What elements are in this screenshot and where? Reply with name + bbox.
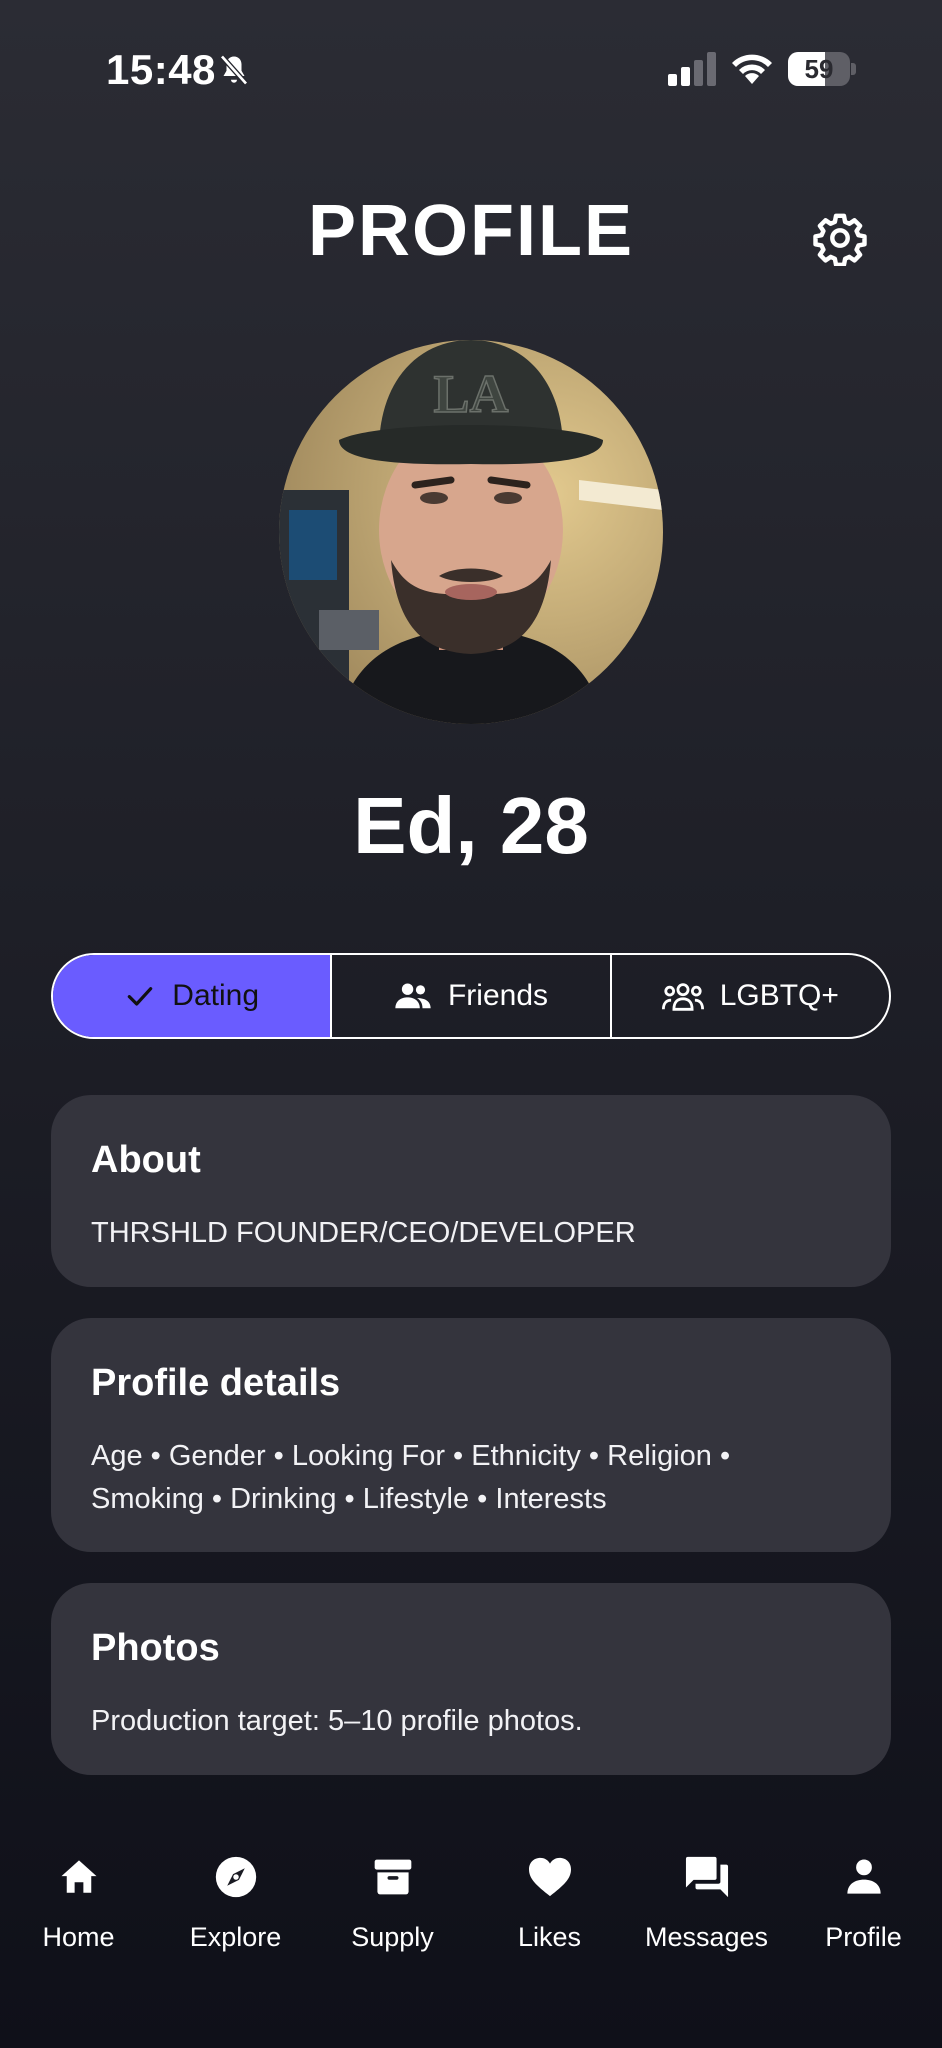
profile-name-age: Ed, 28 <box>353 781 589 870</box>
people-icon <box>395 983 431 1009</box>
nav-item-profile[interactable]: Profile <box>785 1852 942 2048</box>
tab-label: LGBTQ+ <box>719 979 839 1012</box>
mode-tabs: Dating Friends LGBTQ+ <box>51 953 891 1039</box>
person-icon <box>846 1859 881 1894</box>
battery-level: 59 <box>804 54 834 84</box>
about-card[interactable]: About THRSHLD FOUNDER/CEO/DEVELOPER <box>51 1095 891 1287</box>
nav-item-explore[interactable]: Explore <box>157 1852 314 2048</box>
gear-icon[interactable] <box>812 210 868 266</box>
tab-lgbtq[interactable]: LGBTQ+ <box>609 955 889 1037</box>
nav-item-messages[interactable]: Messages <box>628 1852 785 2048</box>
cellular-signal-icon <box>668 52 716 86</box>
status-bar: 15:48 59 <box>0 0 942 140</box>
svg-text:LA: LA <box>433 364 508 424</box>
nav-label: Supply <box>351 1922 434 1952</box>
wifi-icon <box>732 54 772 84</box>
status-time: 15:48 <box>106 46 216 93</box>
photos-text: Production target: 5–10 profile photos. <box>91 1705 583 1737</box>
heart-icon <box>528 1857 571 1897</box>
page-title: PROFILE <box>307 191 634 271</box>
profile-details-card[interactable]: Profile details Age • Gender • Looking F… <box>51 1318 891 1552</box>
avatar[interactable]: LA <box>279 340 663 724</box>
card-title: Profile details <box>91 1362 341 1404</box>
tab-dating[interactable]: Dating <box>53 955 331 1037</box>
tab-label: Dating <box>172 979 260 1012</box>
compass-icon <box>215 1856 256 1898</box>
tab-label: Friends <box>447 979 549 1012</box>
bottom-nav: Home Explore Supply Likes Messages Profi… <box>0 1810 942 2048</box>
tab-friends[interactable]: Friends <box>330 955 609 1037</box>
nav-item-likes[interactable]: Likes <box>471 1852 628 2048</box>
home-icon <box>61 1860 96 1893</box>
profile-details-text: Age • Gender • Looking For • Ethnicity •… <box>91 1440 731 1515</box>
chat-icon <box>685 1856 728 1898</box>
card-title: About <box>91 1139 201 1181</box>
battery-indicator: 59 <box>788 52 856 86</box>
card-title: Photos <box>91 1627 220 1669</box>
nav-item-home[interactable]: Home <box>0 1852 157 2048</box>
nav-label: Messages <box>644 1922 769 1952</box>
nav-item-supply[interactable]: Supply <box>314 1852 471 2048</box>
bell-slash-icon <box>220 54 248 86</box>
group-icon <box>661 983 704 1011</box>
about-text: THRSHLD FOUNDER/CEO/DEVELOPER <box>91 1217 636 1249</box>
check-icon <box>128 987 153 1006</box>
nav-label: Home <box>42 1922 115 1952</box>
nav-label: Profile <box>825 1922 902 1952</box>
photos-card[interactable]: Photos Production target: 5–10 profile p… <box>51 1583 891 1775</box>
nav-label: Likes <box>517 1922 582 1952</box>
box-icon <box>374 1859 411 1895</box>
nav-label: Explore <box>189 1922 282 1952</box>
